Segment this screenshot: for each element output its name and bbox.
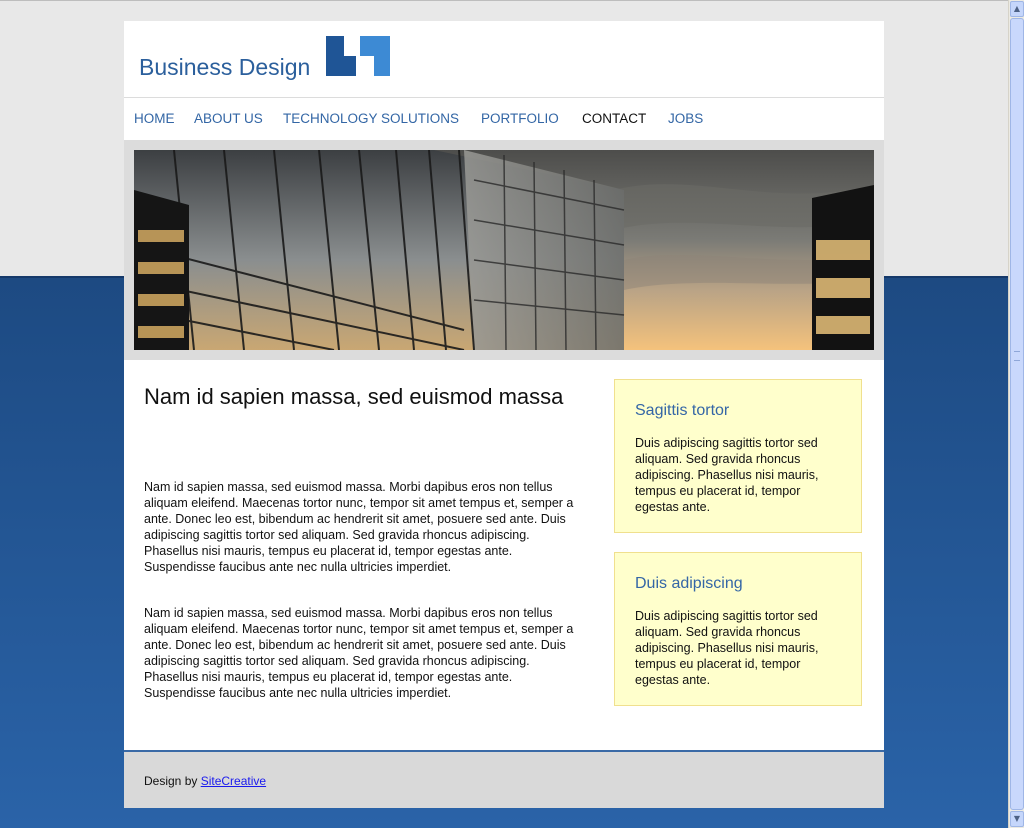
sidebar-box-title: Sagittis tortor xyxy=(635,402,730,419)
main-heading: Nam id sapien massa, sed euismod massa xyxy=(144,384,564,409)
scroll-down-icon[interactable]: ▼ xyxy=(1010,811,1024,827)
business-logo-icon[interactable] xyxy=(326,36,390,76)
nav-jobs[interactable]: JOBS xyxy=(668,111,703,126)
footer-credit: Design by SiteCreative xyxy=(144,774,266,788)
footer-link-sitecreative[interactable]: SiteCreative xyxy=(201,774,266,788)
nav-home[interactable]: HOME xyxy=(134,111,175,126)
nav-about-us[interactable]: ABOUT US xyxy=(194,111,263,126)
logo-text[interactable]: Business Design xyxy=(139,54,310,81)
scroll-up-icon[interactable]: ▲ xyxy=(1010,1,1024,17)
scrollbar-thumb[interactable] xyxy=(1010,18,1024,810)
site-footer: Design by SiteCreative xyxy=(124,750,884,808)
sidebar-box-1: Sagittis tortor Duis adipiscing sagittis… xyxy=(614,379,862,533)
main-navigation: HOME ABOUT US TECHNOLOGY SOLUTIONS PORTF… xyxy=(124,98,884,140)
sidebar-box-text: Duis adipiscing sagittis tortor sed aliq… xyxy=(635,436,819,514)
sidebar-box-title: Duis adipiscing xyxy=(635,575,743,592)
footer-prefix: Design by xyxy=(144,774,201,788)
page-container: Business Design HOME ABOUT US TECHNOLOGY… xyxy=(124,21,884,808)
nav-technology-solutions[interactable]: TECHNOLOGY SOLUTIONS xyxy=(283,111,459,126)
main-paragraph-2: Nam id sapien massa, sed euismod massa. … xyxy=(144,606,574,700)
banner-frame xyxy=(124,140,884,360)
grip-icon xyxy=(1014,351,1020,361)
site-header: Business Design xyxy=(124,21,884,98)
nav-portfolio[interactable]: PORTFOLIO xyxy=(481,111,559,126)
banner-image xyxy=(134,150,874,350)
sidebar-box-2: Duis adipiscing Duis adipiscing sagittis… xyxy=(614,552,862,706)
vertical-scrollbar[interactable]: ▲ ▼ xyxy=(1008,0,1024,828)
nav-contact[interactable]: CONTACT xyxy=(582,111,646,126)
sidebar-box-text: Duis adipiscing sagittis tortor sed aliq… xyxy=(635,609,819,687)
main-paragraph-1: Nam id sapien massa, sed euismod massa. … xyxy=(144,480,574,574)
